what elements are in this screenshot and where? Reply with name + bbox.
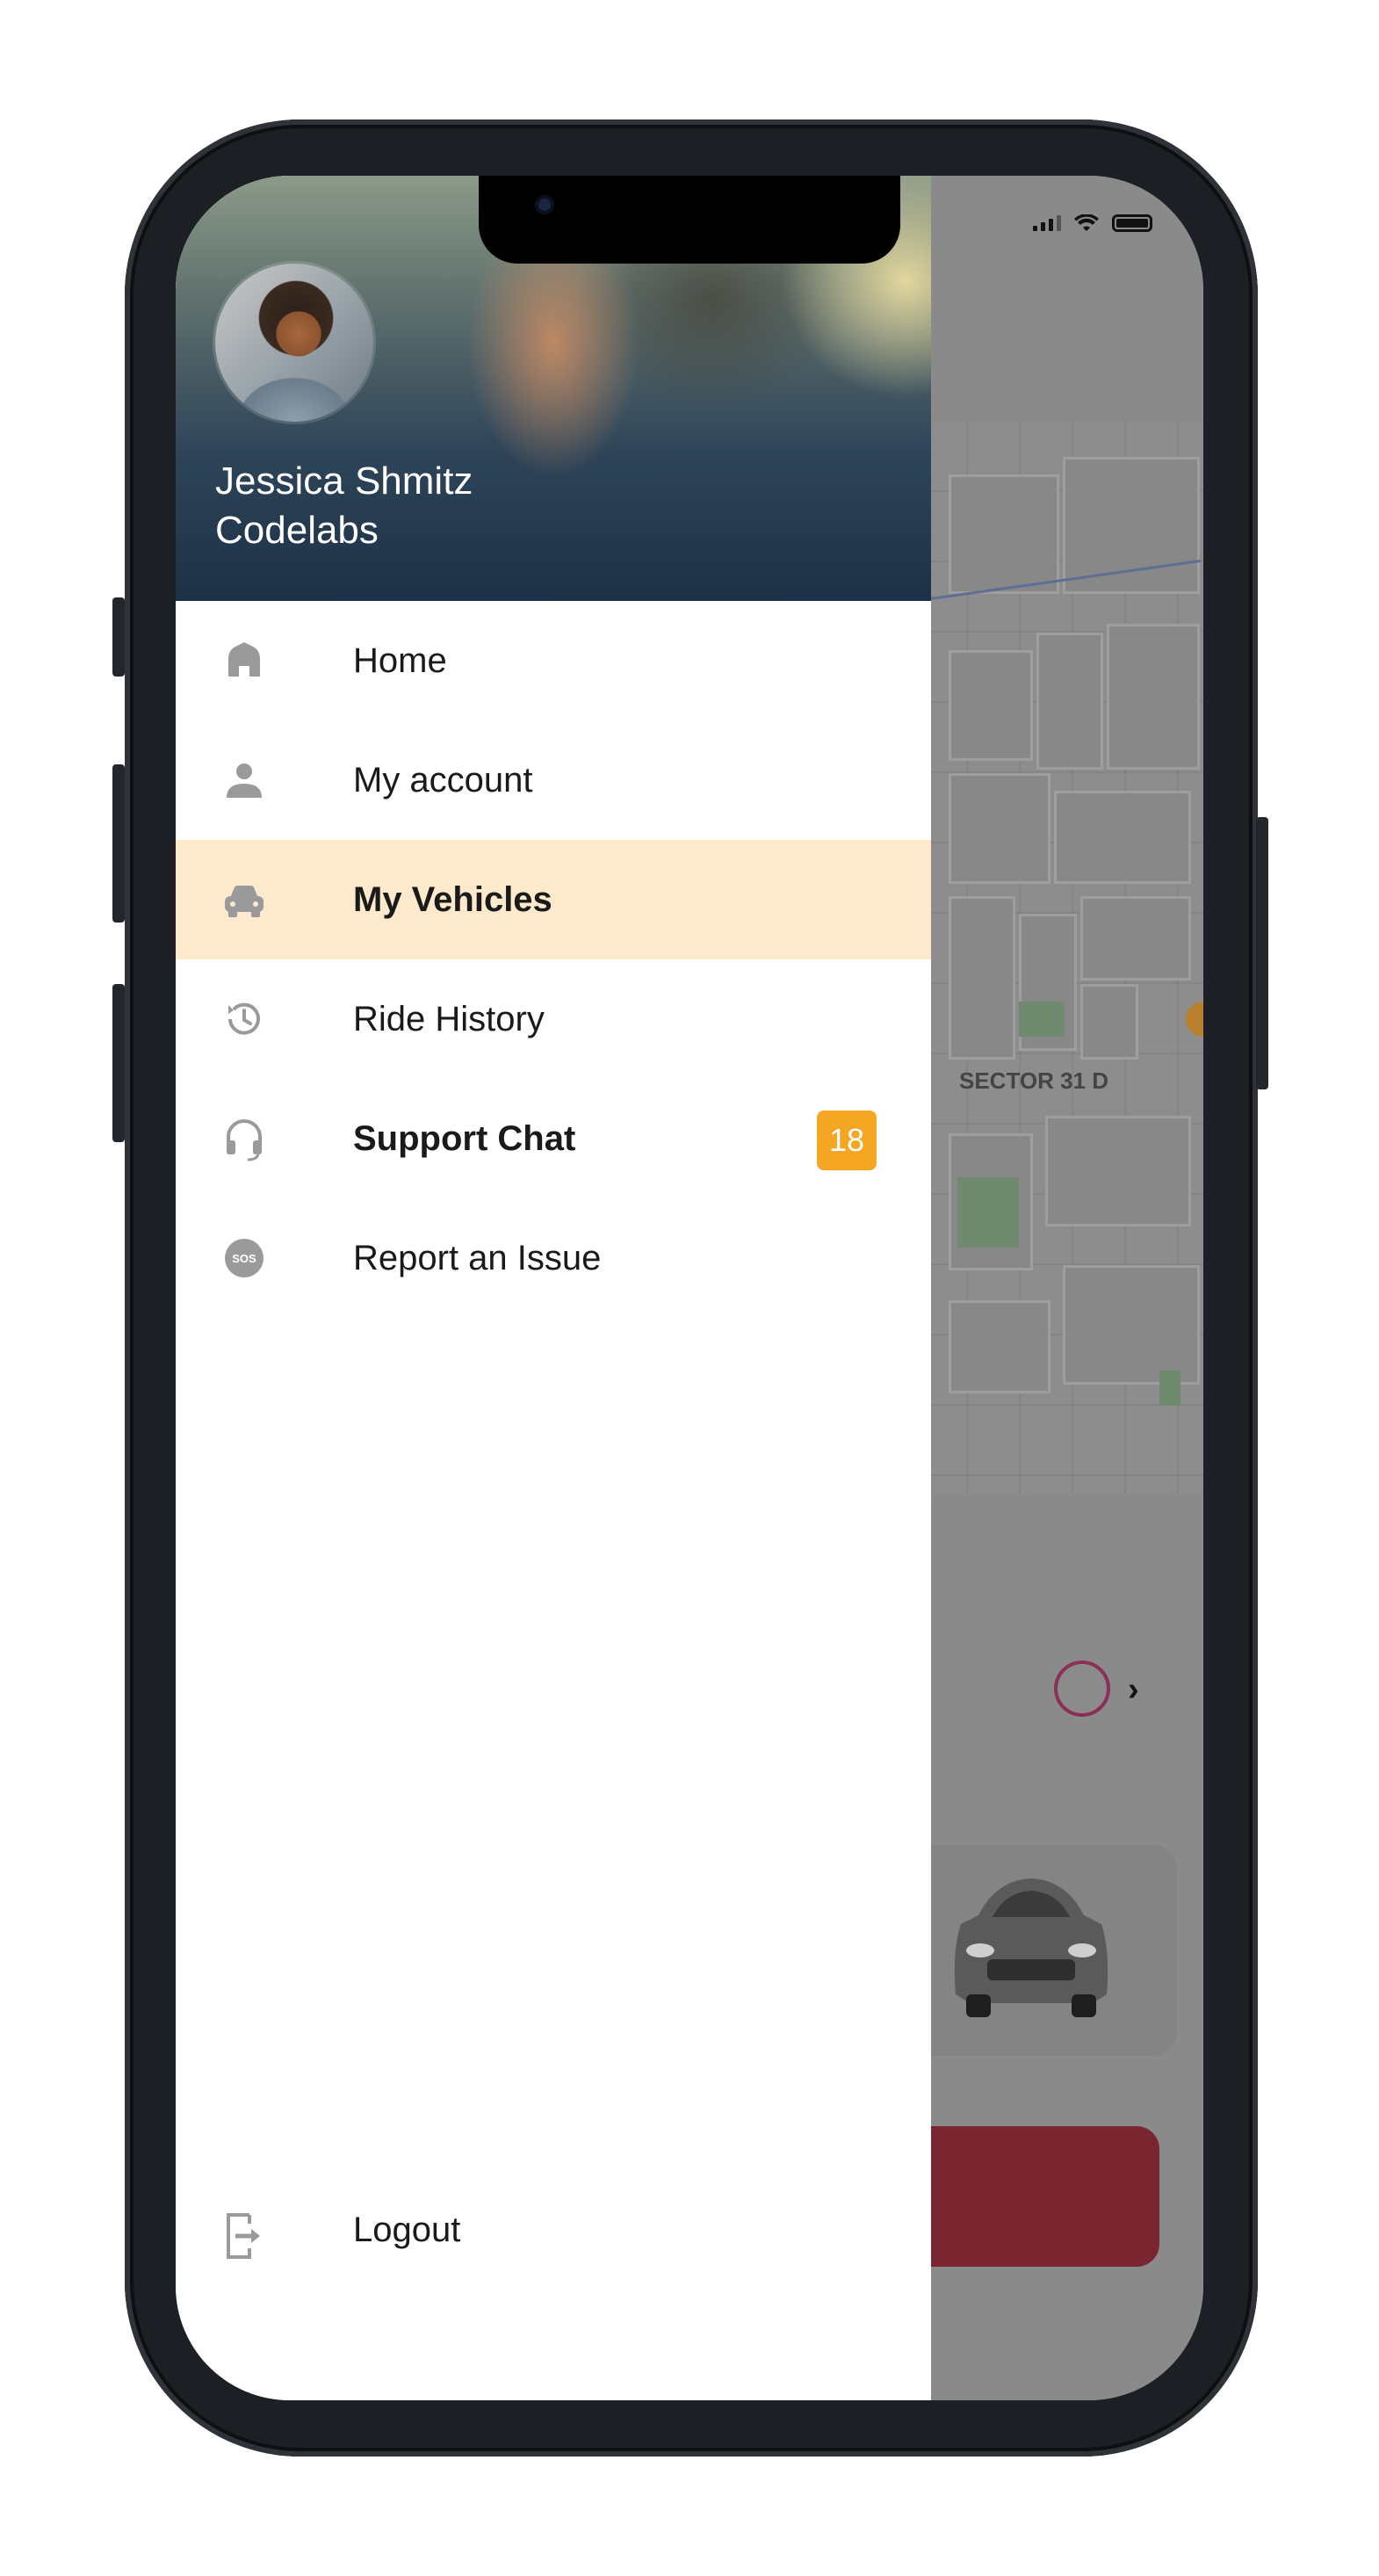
power-button — [1256, 817, 1268, 1089]
front-camera-icon — [535, 195, 554, 214]
avatar[interactable] — [215, 264, 373, 422]
map-area-label: SECTOR 31 D — [959, 1067, 1109, 1094]
menu-item-label: Report an Issue — [353, 1239, 602, 1277]
car-image — [954, 1878, 1108, 2017]
volume-up-button — [112, 764, 125, 923]
menu-item-label: My account — [353, 761, 533, 800]
menu-item-label: Home — [353, 641, 447, 680]
menu-item-label: Ride History — [353, 1000, 545, 1038]
logout-icon — [227, 2213, 260, 2259]
menu-item-ride-history[interactable]: Ride History — [176, 959, 931, 1079]
menu-item-logout[interactable]: Logout — [176, 2170, 931, 2290]
menu-item-home[interactable]: Home — [176, 601, 931, 720]
status-bar-icons — [1033, 214, 1152, 232]
wifi-icon — [1074, 214, 1099, 231]
drawer-menu: Home My account My Vehicles Ride History… — [176, 601, 931, 1318]
person-icon — [227, 763, 262, 798]
menu-item-label: Support Chat — [353, 1119, 576, 1158]
headset-icon — [227, 1119, 262, 1161]
profile-organization: Codelabs — [215, 509, 379, 552]
navigation-drawer: Jessica Shmitz Codelabs Home My account — [176, 176, 931, 2400]
volume-down-button — [112, 984, 125, 1142]
history-icon — [228, 1002, 260, 1035]
vehicle-card[interactable] — [905, 1845, 1177, 2056]
silent-switch — [112, 597, 125, 677]
signal-icon — [1033, 215, 1061, 231]
camera-notch — [479, 176, 900, 264]
menu-item-my-vehicles[interactable]: My Vehicles — [176, 840, 931, 959]
menu-item-support-chat[interactable]: Support Chat 18 — [176, 1079, 931, 1198]
chevron-right-icon[interactable]: › — [1128, 1671, 1139, 1709]
menu-item-report-issue[interactable]: SOS Report an Issue — [176, 1198, 931, 1318]
foodpanda-logo-icon[interactable] — [1054, 1661, 1110, 1717]
svg-text:SOS: SOS — [232, 1252, 256, 1265]
map-pin[interactable] — [1186, 1002, 1203, 1037]
battery-icon — [1112, 214, 1152, 232]
phone-screen: SECTOR 31 D › Jessica Shmitz Codelabs Ho… — [176, 176, 1203, 2400]
menu-item-my-account[interactable]: My account — [176, 720, 931, 840]
sos-icon: SOS — [225, 1239, 264, 1277]
car-icon — [225, 886, 264, 917]
menu-item-label: Logout — [353, 2211, 461, 2249]
menu-item-label: My Vehicles — [353, 880, 552, 919]
unread-count-badge: 18 — [817, 1111, 877, 1170]
profile-name: Jessica Shmitz — [215, 459, 473, 503]
home-icon — [228, 642, 260, 677]
